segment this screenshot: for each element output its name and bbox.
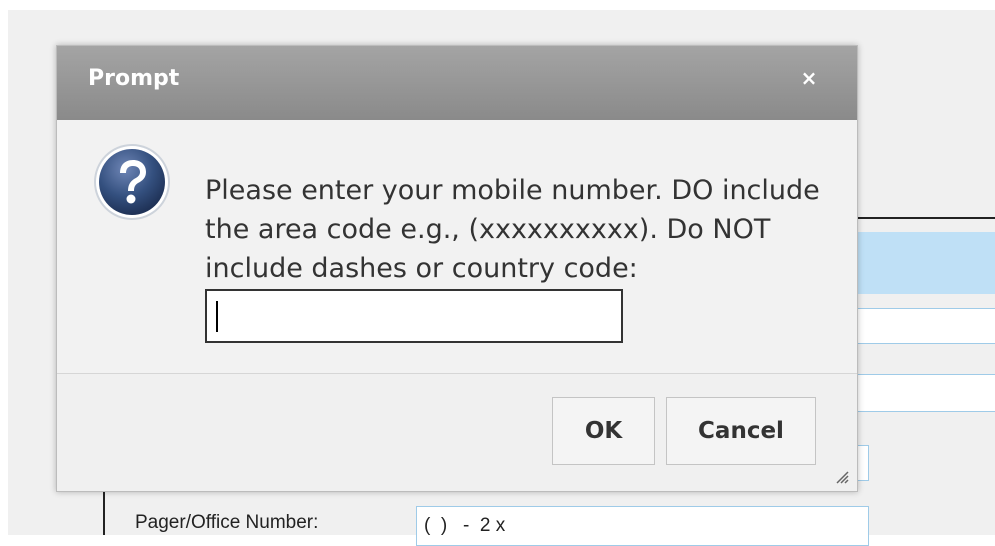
background-field[interactable] bbox=[855, 374, 995, 412]
background-field[interactable] bbox=[855, 308, 995, 344]
pager-office-number-field[interactable]: ( ) - 2 x bbox=[416, 506, 869, 546]
ok-button[interactable]: OK bbox=[552, 397, 655, 465]
mobile-number-input[interactable] bbox=[205, 289, 623, 343]
prompt-message: Please enter your mobile number. DO incl… bbox=[205, 175, 820, 284]
prompt-dialog: Prompt × Please enter your mobile number… bbox=[56, 45, 858, 492]
background-selected-row bbox=[855, 232, 995, 294]
text-caret bbox=[216, 301, 218, 332]
background-divider bbox=[855, 217, 995, 219]
question-mark-icon bbox=[94, 144, 170, 220]
background-border-line bbox=[103, 490, 105, 535]
resize-grip-icon[interactable] bbox=[835, 470, 849, 484]
dialog-titlebar[interactable]: Prompt × bbox=[57, 46, 857, 120]
dialog-content: Please enter your mobile number. DO incl… bbox=[57, 120, 857, 374]
close-icon[interactable]: × bbox=[799, 66, 819, 90]
dialog-title: Prompt bbox=[88, 66, 180, 91]
cancel-button[interactable]: Cancel bbox=[666, 397, 816, 465]
pager-office-number-label: Pager/Office Number: bbox=[135, 512, 319, 533]
dialog-footer: OK Cancel bbox=[57, 374, 857, 491]
